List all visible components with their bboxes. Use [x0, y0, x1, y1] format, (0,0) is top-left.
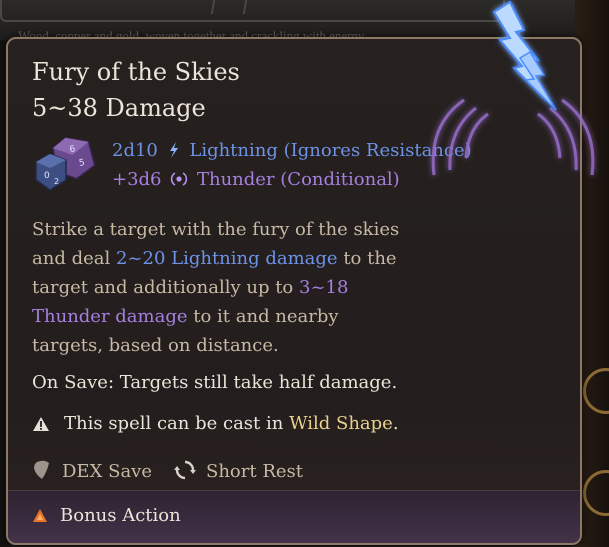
action-cost-bar: Bonus Action — [8, 490, 580, 543]
lightning-icon — [169, 142, 178, 158]
spell-description: Strike a target with the fury of the ski… — [32, 215, 412, 360]
lightning-damage-amount: 2~20 Lightning damage — [115, 248, 338, 269]
background-frame — [0, 0, 505, 22]
recharge-type: Short Rest — [206, 461, 303, 482]
damage-range: 5~38 Damage — [32, 94, 206, 122]
damage-type: Lightning (Ignores Resistance) — [189, 140, 472, 161]
thunder-icon — [171, 172, 188, 186]
background-frame-notch — [210, 0, 248, 14]
on-save-text: On Save: Targets still take half damage. — [32, 372, 398, 393]
damage-type: Thunder (Conditional) — [196, 169, 400, 190]
wild-shape-text: This spell can be cast in — [64, 413, 290, 434]
short-rest-icon — [174, 460, 196, 480]
background-ring-ornament — [583, 368, 609, 414]
bonus-action-icon — [33, 509, 47, 522]
svg-text:0: 0 — [44, 171, 50, 181]
wild-shape-link[interactable]: Wild Shape — [289, 413, 393, 434]
warning-icon — [33, 417, 49, 431]
damage-line-lightning: 2d10 Lightning (Ignores Resistance) — [112, 139, 472, 163]
damage-dice: 2d10 — [112, 140, 158, 161]
save-type: DEX Save — [62, 461, 152, 482]
spell-title: Fury of the Skies — [32, 58, 240, 86]
background-ring-ornament — [583, 470, 609, 516]
spell-tooltip: Fury of the Skies 5~38 Damage 6 5 0 2 2d… — [6, 37, 582, 545]
svg-text:2: 2 — [54, 177, 59, 186]
action-cost: Bonus Action — [32, 505, 181, 526]
wild-shape-note: This spell can be cast in Wild Shape. — [32, 412, 399, 436]
wild-shape-text: . — [392, 413, 399, 434]
damage-line-thunder: +3d6 Thunder (Conditional) — [112, 168, 400, 192]
dice-icon: 6 5 0 2 — [35, 137, 96, 191]
damage-dice: +3d6 — [112, 169, 162, 190]
action-cost-label: Bonus Action — [60, 505, 181, 526]
spell-meta-row: DEX Save Short Rest — [32, 459, 303, 484]
dex-save-icon — [34, 460, 49, 479]
